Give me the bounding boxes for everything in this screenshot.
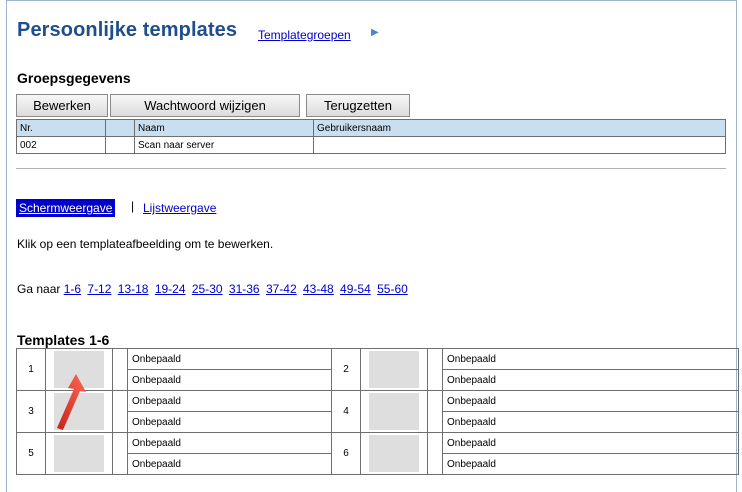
tab-list-view[interactable]: Lijstweergave (143, 201, 216, 215)
template-spacer (427, 348, 443, 391)
template-spacer (112, 348, 128, 391)
template-thumbnail[interactable] (45, 432, 113, 475)
template-spacer (427, 432, 443, 475)
template-groups-link[interactable]: Templategroepen (258, 28, 351, 42)
template-line-1: Onbepaald (127, 348, 332, 370)
template-line-1: Onbepaald (442, 390, 739, 412)
cell-name: Scan naar server (134, 136, 314, 154)
goto-link-1-6[interactable]: 1-6 (64, 282, 81, 296)
template-spacer (112, 390, 128, 433)
template-number: 6 (331, 432, 361, 475)
header-nr: Nr. (16, 119, 106, 137)
header-blank (105, 119, 135, 137)
thumbnail-placeholder (369, 435, 419, 472)
template-line-1: Onbepaald (127, 390, 332, 412)
thumbnail-placeholder (54, 435, 104, 472)
goto-link-31-36[interactable]: 31-36 (229, 282, 260, 296)
cell-blank (105, 136, 135, 154)
goto-bar: Ga naar 1-6 7-12 13-18 19-24 25-30 31-36… (17, 282, 411, 296)
cell-username (313, 136, 726, 154)
template-number: 5 (16, 432, 46, 475)
edit-button[interactable]: Bewerken (16, 94, 108, 117)
goto-link-43-48[interactable]: 43-48 (303, 282, 334, 296)
thumbnail-placeholder (369, 393, 419, 430)
page-title: Persoonlijke templates (17, 19, 238, 41)
template-line-2: Onbepaald (127, 453, 332, 475)
template-line-1: Onbepaald (442, 348, 739, 370)
annotation-arrow-icon (57, 374, 86, 430)
template-line-2: Onbepaald (127, 369, 332, 391)
template-number: 3 (16, 390, 46, 433)
template-number: 2 (331, 348, 361, 391)
template-line-2: Onbepaald (442, 369, 739, 391)
table-row: 3 Onbepaald 4 Onbepaald (16, 390, 739, 433)
template-line-2: Onbepaald (442, 453, 739, 475)
table-row: 1 Onbepaald 2 Onbepaald (16, 348, 739, 391)
goto-link-49-54[interactable]: 49-54 (340, 282, 371, 296)
goto-link-13-18[interactable]: 13-18 (118, 282, 149, 296)
triangle-right-icon: ▶ (371, 27, 379, 38)
goto-link-55-60[interactable]: 55-60 (377, 282, 408, 296)
tab-separator: | (131, 199, 135, 213)
template-spacer (112, 432, 128, 475)
template-spacer (427, 390, 443, 433)
goto-link-37-42[interactable]: 37-42 (266, 282, 297, 296)
goto-link-19-24[interactable]: 19-24 (155, 282, 186, 296)
instruction-text: Klik op een templateafbeelding om te bew… (17, 237, 274, 251)
template-line-1: Onbepaald (442, 432, 739, 454)
table-row: 5 Onbepaald 6 Onbepaald (16, 432, 739, 475)
goto-link-7-12[interactable]: 7-12 (87, 282, 111, 296)
divider (16, 168, 726, 169)
template-line-2: Onbepaald (127, 411, 332, 433)
goto-link-25-30[interactable]: 25-30 (192, 282, 223, 296)
template-thumbnail[interactable] (360, 348, 428, 391)
template-number: 4 (331, 390, 361, 433)
template-line-2: Onbepaald (442, 411, 739, 433)
template-number: 1 (16, 348, 46, 391)
template-thumbnail[interactable] (360, 432, 428, 475)
tab-screen-view[interactable]: Schermweergave (16, 199, 116, 217)
table-row: 002 Scan naar server (16, 136, 726, 154)
change-password-button[interactable]: Wachtwoord wijzigen (110, 94, 300, 117)
header-username: Gebruikersnaam (313, 119, 726, 137)
group-info-table: Nr. Naam Gebruikersnaam 002 Scan naar se… (16, 119, 726, 154)
cell-nr: 002 (16, 136, 106, 154)
templates-table: 1 Onbepaald 2 Onbepaald Onbepaald Onbepa… (16, 348, 739, 475)
template-line-1: Onbepaald (127, 432, 332, 454)
reset-button[interactable]: Terugzetten (306, 94, 410, 117)
thumbnail-placeholder (369, 351, 419, 388)
template-thumbnail[interactable] (360, 390, 428, 433)
header-name: Naam (134, 119, 314, 137)
section-title: Groepsgegevens (17, 70, 131, 86)
templates-heading: Templates 1-6 (17, 332, 110, 348)
table-header-row: Nr. Naam Gebruikersnaam (16, 119, 726, 137)
goto-label: Ga naar (17, 282, 61, 296)
